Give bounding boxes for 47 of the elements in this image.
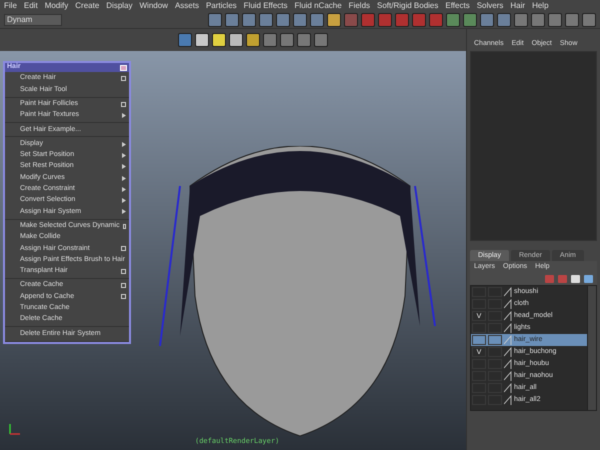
template-toggle[interactable] — [488, 323, 502, 333]
close-icon[interactable] — [120, 64, 127, 70]
visibility-toggle[interactable] — [472, 395, 486, 405]
template-toggle[interactable] — [488, 335, 502, 345]
option-box-icon[interactable] — [121, 102, 126, 107]
tool-icon[interactable] — [246, 33, 260, 47]
scrollbar[interactable] — [587, 286, 596, 410]
visibility-toggle[interactable] — [472, 323, 486, 333]
tool-icon[interactable] — [327, 13, 341, 27]
menu-set-dropdown[interactable]: Dynam — [4, 14, 62, 26]
visibility-toggle[interactable] — [472, 371, 486, 381]
visibility-toggle[interactable] — [472, 335, 486, 345]
visibility-toggle[interactable] — [472, 299, 486, 309]
menu-item[interactable]: Effects — [445, 0, 470, 12]
option-box-icon[interactable] — [121, 283, 126, 288]
option-box-icon[interactable] — [121, 246, 126, 252]
menu-item[interactable]: Soft/Rigid Bodies — [377, 0, 438, 12]
menu-item[interactable]: Fluid nCache — [294, 0, 342, 12]
tool-icon[interactable] — [212, 33, 226, 47]
menu-item[interactable]: Help — [532, 0, 549, 12]
viewport[interactable] — [0, 51, 466, 450]
tool-icon[interactable] — [229, 33, 243, 47]
visibility-toggle[interactable] — [472, 383, 486, 393]
template-toggle[interactable] — [488, 287, 502, 297]
template-toggle[interactable] — [488, 347, 502, 357]
menu-item[interactable]: File — [4, 0, 17, 12]
option-box-icon[interactable] — [121, 268, 126, 274]
submenu-arrow-icon — [122, 164, 126, 170]
menu-item[interactable]: Fluid Effects — [244, 0, 288, 12]
menu-item[interactable]: Hair — [510, 0, 526, 12]
menu-item[interactable]: Assets — [174, 0, 199, 12]
option-box-icon[interactable] — [121, 76, 126, 82]
menu-item[interactable]: Solvers — [476, 0, 504, 12]
menu-item[interactable]: Fields — [348, 0, 370, 12]
axis-icon — [8, 422, 22, 436]
option-box-icon[interactable] — [121, 294, 126, 300]
menu-item[interactable]: Particles — [206, 0, 237, 12]
visibility-toggle[interactable] — [472, 287, 486, 297]
visibility-toggle[interactable] — [472, 359, 486, 369]
menu-item[interactable]: Modify — [44, 0, 68, 12]
submenu-arrow-icon — [122, 113, 126, 118]
menu-item[interactable]: Window — [140, 0, 168, 12]
option-box-icon[interactable] — [122, 224, 126, 229]
menu-item[interactable]: Edit — [24, 0, 38, 12]
menu-item[interactable]: Display — [106, 0, 132, 12]
tool-icon[interactable] — [195, 33, 209, 47]
menu-item[interactable]: Create — [75, 0, 100, 12]
